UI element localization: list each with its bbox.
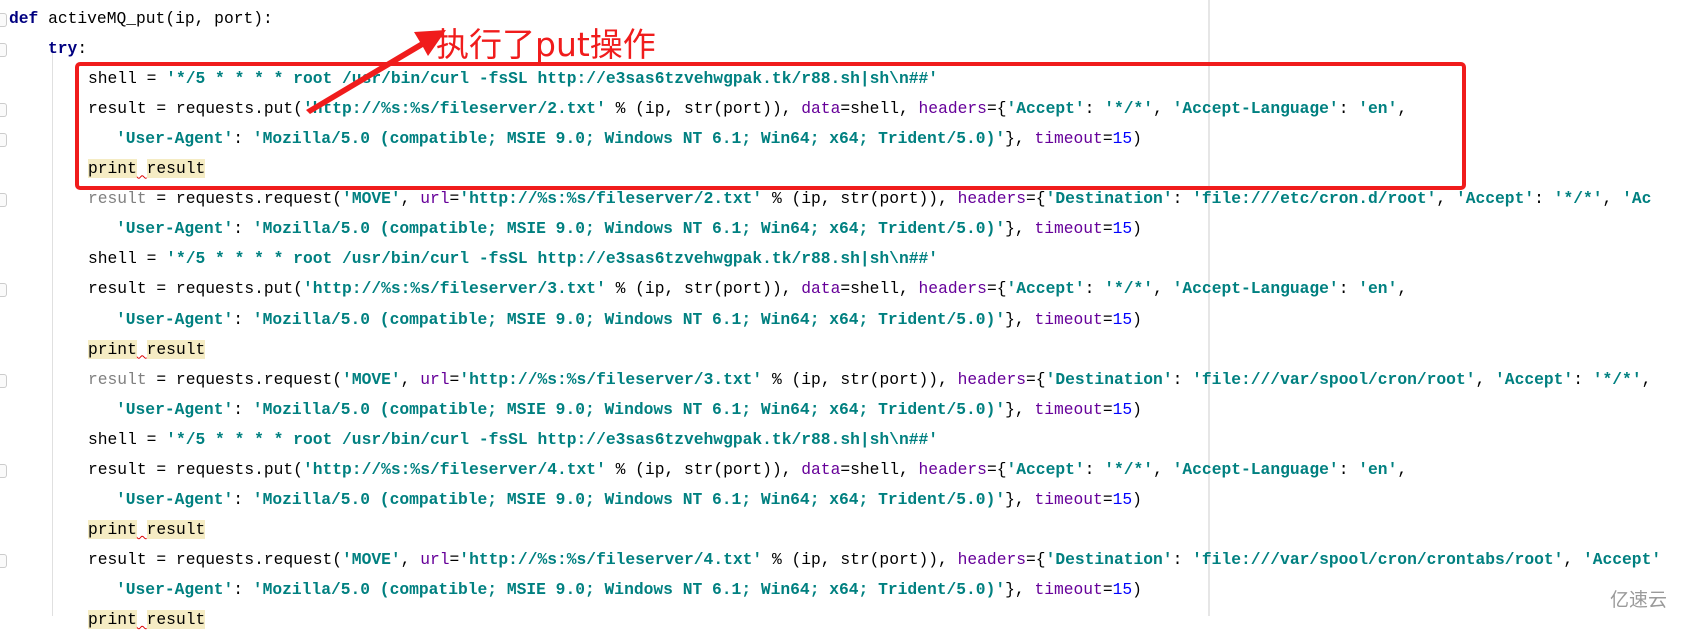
watermark-logo: 亿速云 (1609, 589, 1667, 611)
annotation-arrow (306, 30, 446, 114)
arrow-shape (306, 30, 446, 114)
annotation-label: 执行了put操作 (436, 25, 656, 64)
